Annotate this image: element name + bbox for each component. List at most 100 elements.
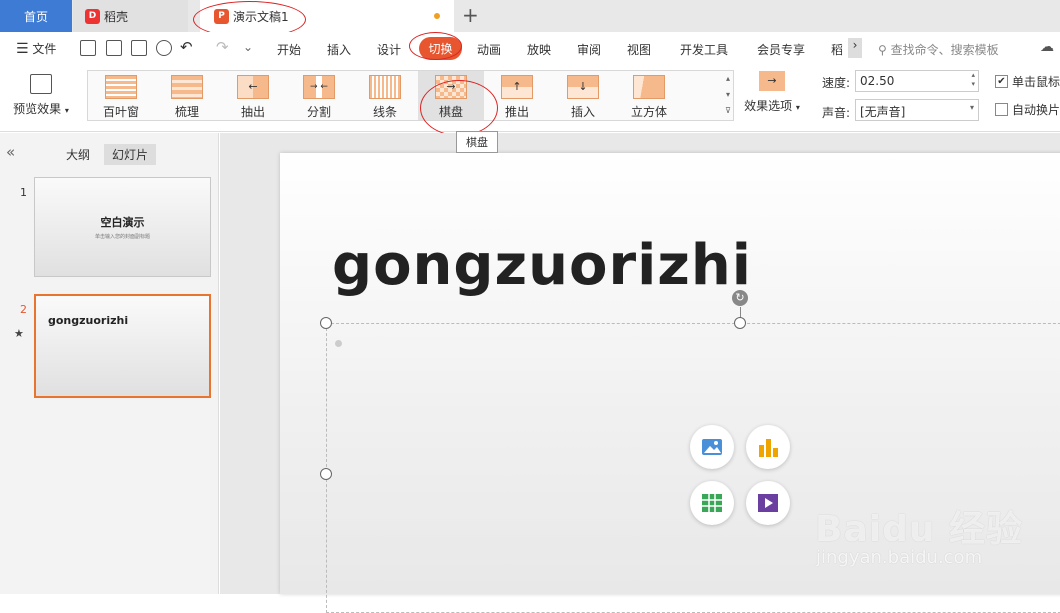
preview-effect-button[interactable]: 预览效果 ▾	[10, 71, 72, 121]
menu-animation[interactable]: 动画	[477, 41, 501, 58]
menu-insert[interactable]: 插入	[327, 41, 351, 58]
resize-handle[interactable]	[320, 468, 332, 480]
push-icon: ↑	[501, 75, 533, 99]
menu-review[interactable]: 审阅	[577, 41, 601, 58]
effect-label: 梳理	[174, 105, 199, 119]
undo-icon[interactable]: ↶	[180, 38, 193, 56]
transition-star-icon: ★	[14, 327, 24, 340]
outline-tab[interactable]: 大纲	[66, 146, 90, 163]
menu-design[interactable]: 设计	[377, 41, 401, 58]
thumbnail-title: gongzuorizhi	[48, 314, 129, 327]
cube-icon	[633, 75, 665, 99]
table-icon	[702, 494, 722, 512]
menu-slideshow[interactable]: 放映	[527, 41, 551, 58]
gallery-expand-icon[interactable]: ⊽	[722, 103, 734, 119]
watermark-brand: Baidu 经验	[815, 509, 1024, 550]
slide-panel: « 大纲 幻灯片 1 空白演示 单击输入您的封面副标题 2 ★ gongzuor…	[0, 133, 219, 594]
slide-thumbnail-2[interactable]: gongzuorizhi	[34, 294, 211, 398]
slide-title[interactable]: gongzuorizhi	[332, 233, 752, 298]
dropdown-arrow-icon: ▾	[795, 103, 800, 112]
scroll-down-icon[interactable]: ▾	[722, 87, 734, 103]
insert-picture-button[interactable]	[690, 425, 734, 469]
checkbox-icon[interactable]	[995, 103, 1008, 116]
search-icon: ⚲	[878, 43, 887, 57]
effect-blinds[interactable]: 百叶窗	[88, 71, 154, 120]
annotation-ellipse	[420, 80, 498, 136]
menu-scroll-right-icon[interactable]: ›	[848, 38, 862, 58]
speed-input[interactable]: 02.50 ▴ ▾	[855, 70, 979, 92]
transition-gallery: 百叶窗 梳理 ← 抽出 → ← 分割 线条 → 棋盘 ↑ 推出 ↓ 插入 立方体 ▴ ▾ ⊽	[87, 70, 734, 121]
resize-handle[interactable]	[734, 317, 746, 329]
gallery-scroll[interactable]: ▴ ▾ ⊽	[722, 71, 734, 120]
export-icon[interactable]	[106, 40, 122, 56]
sound-value: [无声音]	[860, 105, 906, 119]
dropdown-arrow-icon: ▾	[64, 106, 69, 115]
click-advance-label: 单击鼠标	[1012, 75, 1060, 89]
thumbnail-title: 空白演示	[100, 216, 145, 229]
slide-thumbnail-1[interactable]: 空白演示 单击输入您的封面副标题	[34, 177, 211, 277]
menu-start[interactable]: 开始	[277, 41, 301, 58]
effect-split[interactable]: → ← 分割	[286, 71, 352, 120]
effect-pull[interactable]: ← 抽出	[220, 71, 286, 120]
resize-handle[interactable]	[320, 317, 332, 329]
menu-developer[interactable]: 开发工具	[680, 41, 728, 58]
effect-label: 插入	[570, 105, 595, 119]
insert-video-button[interactable]	[746, 481, 790, 525]
tab-daoke-label: 稻壳	[104, 9, 129, 24]
insert-chart-button[interactable]	[746, 425, 790, 469]
tab-daoke[interactable]: D 稻壳	[73, 0, 188, 32]
redo-icon[interactable]: ↷	[216, 38, 229, 56]
blinds-icon	[105, 75, 137, 99]
chevron-down-icon: ▾	[969, 103, 974, 112]
menu-member[interactable]: 会员专享	[757, 41, 805, 58]
slide-number: 1	[20, 186, 27, 199]
content-placeholder[interactable]	[326, 323, 1060, 613]
effect-label: 线条	[372, 105, 397, 119]
save-icon[interactable]	[80, 40, 96, 56]
effect-insert[interactable]: ↓ 插入	[550, 71, 616, 120]
insert-table-button[interactable]	[690, 481, 734, 525]
preview-effect-icon	[30, 74, 52, 94]
menu-daoke[interactable]: 稻	[831, 41, 843, 58]
speed-label: 速度:	[822, 76, 851, 90]
click-advance-checkbox[interactable]: ✔ 单击鼠标	[995, 73, 1060, 90]
checkbox-checked-icon[interactable]: ✔	[995, 75, 1008, 88]
auto-advance-checkbox[interactable]: 自动换片	[995, 101, 1060, 118]
pull-icon: ←	[237, 75, 269, 99]
annotation-ellipse	[409, 32, 462, 60]
new-tab-icon[interactable]: +	[462, 3, 479, 27]
sound-select[interactable]: [无声音] ▾	[855, 99, 979, 121]
file-menu-label: 文件	[32, 42, 57, 56]
slides-tab[interactable]: 幻灯片	[104, 144, 157, 165]
effect-options-button[interactable]: → 效果选项 ▾	[740, 71, 804, 121]
spinner-icon[interactable]: ▴ ▾	[971, 71, 975, 89]
preview-icon[interactable]	[156, 40, 172, 56]
split-icon: → ←	[303, 75, 335, 99]
collapse-panel-icon[interactable]: «	[6, 143, 15, 161]
scroll-up-icon[interactable]: ▴	[722, 71, 734, 87]
effect-lines[interactable]: 线条	[352, 71, 418, 120]
tab-home-label: 首页	[23, 9, 48, 24]
effect-options-icon: →	[759, 71, 785, 91]
menu-view[interactable]: 视图	[627, 41, 651, 58]
effect-comb[interactable]: 梳理	[154, 71, 220, 120]
effect-cube[interactable]: 立方体	[616, 71, 682, 120]
ribbon: 预览效果 ▾ 百叶窗 梳理 ← 抽出 → ← 分割 线条 → 棋盘 ↑ 推出 ↓ 插入 立…	[0, 66, 1060, 132]
sound-label: 声音:	[822, 106, 851, 120]
rotate-handle-icon[interactable]: ↻	[732, 290, 748, 306]
insert-icon: ↓	[567, 75, 599, 99]
file-menu[interactable]: ☰ 文件	[16, 40, 56, 57]
comb-icon	[171, 75, 203, 99]
more-dropdown-icon[interactable]: ⌄	[243, 40, 253, 54]
command-search[interactable]: ⚲ 查找命令、搜索模板	[878, 41, 999, 58]
slide-number: 2	[20, 303, 27, 316]
bullet-dot	[335, 340, 342, 347]
watermark-url: jingyan.baidu.com	[816, 547, 983, 568]
menu-bar: ☰ 文件 ↶ ↷ ⌄ 开始 插入 设计 切换 动画 放映 审阅 视图 开发工具 …	[0, 32, 1060, 66]
effect-options-text: 效果选项	[744, 99, 793, 113]
print-icon[interactable]	[131, 40, 147, 56]
tab-home[interactable]: 首页	[0, 0, 72, 32]
effect-label: 抽出	[240, 105, 265, 119]
cloud-icon[interactable]: ☁	[1040, 39, 1054, 55]
lines-icon	[369, 75, 401, 99]
